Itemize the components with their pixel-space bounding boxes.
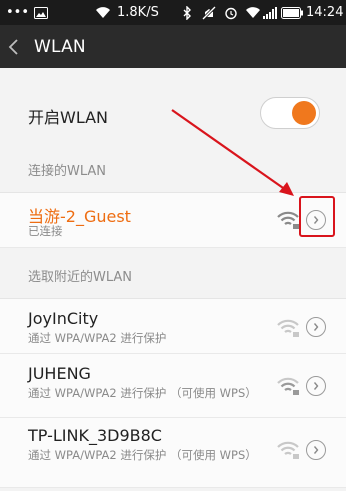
annotation-highlight-box [299,196,335,237]
annotation-arrow [171,109,294,196]
